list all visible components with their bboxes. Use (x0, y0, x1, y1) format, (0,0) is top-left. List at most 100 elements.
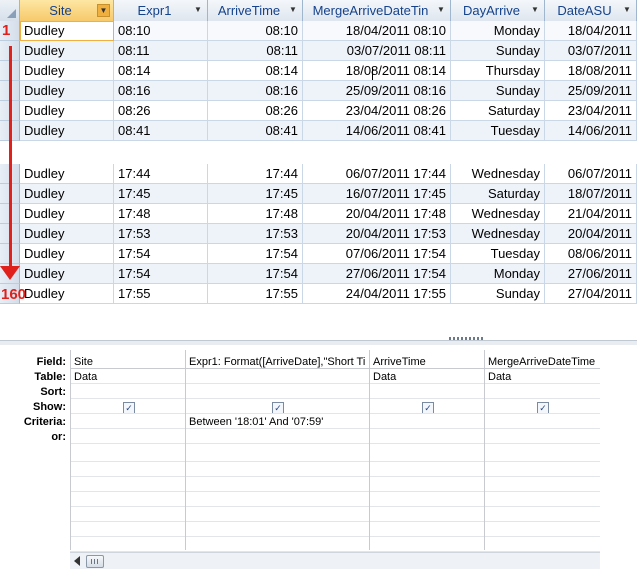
mergearrivedatetime-cell[interactable]: 27/06/2011 17:54 (303, 264, 451, 284)
scroll-thumb[interactable] (86, 555, 104, 568)
column-filter-dropdown-icon[interactable]: ▼ (192, 4, 204, 16)
arrivetime-cell[interactable]: 17:45 (208, 184, 303, 204)
site-cell[interactable]: Dudley (20, 244, 114, 264)
col-expr1-header[interactable]: Expr1 ▼ (114, 0, 208, 21)
qbe-sort-cell[interactable] (485, 385, 600, 399)
site-cell[interactable]: Dudley (20, 284, 114, 304)
mergearrivedatetime-cell[interactable]: 23/04/2011 08:26 (303, 101, 451, 121)
dayarrive-cell[interactable]: Sunday (451, 41, 545, 61)
dayarrive-cell[interactable]: Thursday (451, 61, 545, 81)
qbe-sort-cell[interactable] (186, 385, 369, 399)
dateasu-cell[interactable]: 25/09/2011 (545, 81, 637, 101)
mergearrivedatetime-cell[interactable]: 25/09/2011 08:16 (303, 81, 451, 101)
qbe-criteria-cell[interactable]: Between '18:01' And '07:59' (186, 415, 369, 429)
qbe-table-cell[interactable] (186, 370, 369, 384)
show-checkbox[interactable]: ✓ (422, 402, 434, 413)
dateasu-cell[interactable]: 14/06/2011 (545, 121, 637, 141)
qbe-table-cell[interactable]: Data (485, 370, 600, 384)
site-cell[interactable]: Dudley (20, 121, 114, 141)
arrivetime-cell[interactable]: 17:44 (208, 164, 303, 184)
site-cell[interactable]: Dudley (20, 61, 114, 81)
site-cell[interactable]: Dudley (20, 204, 114, 224)
qbe-or-cell[interactable] (485, 430, 600, 444)
col-arrivetime-header[interactable]: ArriveTime ▼ (208, 0, 303, 21)
arrivetime-cell[interactable]: 17:55 (208, 284, 303, 304)
qbe-show-cell[interactable]: ✓ (485, 400, 600, 414)
qbe-sort-cell[interactable] (71, 385, 185, 399)
site-cell[interactable]: Dudley (20, 184, 114, 204)
dayarrive-cell[interactable]: Wednesday (451, 224, 545, 244)
expr1-cell[interactable]: 08:41 (114, 121, 208, 141)
mergearrivedatetime-cell[interactable]: 18/04/2011 08:10 (303, 21, 451, 41)
table-row[interactable]: Dudley 08:10 08:10 18/04/2011 08:10 Monday 18… (0, 21, 637, 41)
column-filter-dropdown-icon[interactable]: ▼ (435, 4, 447, 16)
site-cell[interactable]: Dudley (20, 41, 114, 61)
qbe-show-cell[interactable]: ✓ (186, 400, 369, 414)
site-cell[interactable]: Dudley (20, 164, 114, 184)
dayarrive-cell[interactable]: Sunday (451, 284, 545, 304)
qbe-column[interactable]: ArriveTime Data ✓ (369, 350, 484, 550)
dateasu-cell[interactable]: 23/04/2011 (545, 101, 637, 121)
dateasu-cell[interactable]: 08/06/2011 (545, 244, 637, 264)
qbe-criteria-cell[interactable] (370, 415, 484, 429)
site-cell[interactable]: Dudley (20, 81, 114, 101)
show-checkbox[interactable]: ✓ (123, 402, 135, 413)
col-mergearrivedatetime-header[interactable]: MergeArriveDateTin ▼ (303, 0, 451, 21)
horizontal-scrollbar[interactable] (70, 552, 600, 569)
qbe-or-cell[interactable] (370, 430, 484, 444)
qbe-field-cell[interactable]: ArriveTime (370, 355, 484, 369)
expr1-cell[interactable]: 17:54 (114, 264, 208, 284)
arrivetime-cell[interactable]: 17:48 (208, 204, 303, 224)
column-filter-dropdown-icon[interactable]: ▼ (621, 4, 633, 16)
dateasu-cell[interactable]: 21/04/2011 (545, 204, 637, 224)
table-row[interactable]: Dudley 08:14 08:14 18/08/2011 08:14 Thursday… (0, 61, 637, 81)
col-site-header[interactable]: Site ▼ (20, 0, 114, 21)
expr1-cell[interactable]: 17:54 (114, 244, 208, 264)
scroll-left-arrow-icon[interactable] (74, 556, 80, 566)
site-cell[interactable]: Dudley (20, 101, 114, 121)
dayarrive-cell[interactable]: Monday (451, 264, 545, 284)
qbe-field-cell[interactable]: Site (71, 355, 185, 369)
table-row[interactable]: Dudley 08:11 08:11 03/07/2011 08:11 Sunday 03… (0, 41, 637, 61)
qbe-column[interactable]: Expr1: Format([ArriveDate],"Short Ti ✓ Bet… (185, 350, 369, 550)
table-row[interactable]: Dudley 08:26 08:26 23/04/2011 08:26 Saturday… (0, 101, 637, 121)
table-row[interactable]: Dudley 17:44 17:44 06/07/2011 17:44 Wednesda… (0, 164, 637, 184)
expr1-cell[interactable]: 17:55 (114, 284, 208, 304)
arrivetime-cell[interactable]: 08:41 (208, 121, 303, 141)
mergearrivedatetime-cell[interactable]: 20/04/2011 17:48 (303, 204, 451, 224)
mergearrivedatetime-cell[interactable]: 20/04/2011 17:53 (303, 224, 451, 244)
expr1-cell[interactable]: 17:44 (114, 164, 208, 184)
dayarrive-cell[interactable]: Tuesday (451, 121, 545, 141)
col-dayarrive-header[interactable]: DayArrive ▼ (451, 0, 545, 21)
expr1-cell[interactable]: 08:26 (114, 101, 208, 121)
qbe-show-cell[interactable]: ✓ (370, 400, 484, 414)
table-row[interactable]: Dudley 08:16 08:16 25/09/2011 08:16 Sunday 25… (0, 81, 637, 101)
dayarrive-cell[interactable]: Wednesday (451, 204, 545, 224)
arrivetime-cell[interactable]: 08:10 (208, 21, 303, 41)
table-row[interactable]: Dudley 08:41 08:41 14/06/2011 08:41 Tuesday 1… (0, 121, 637, 141)
expr1-cell[interactable]: 17:45 (114, 184, 208, 204)
dayarrive-cell[interactable]: Saturday (451, 101, 545, 121)
dateasu-cell[interactable]: 18/07/2011 (545, 184, 637, 204)
site-cell[interactable]: Dudley (20, 21, 114, 41)
mergearrivedatetime-cell[interactable]: 06/07/2011 17:44 (303, 164, 451, 184)
expr1-cell[interactable]: 17:48 (114, 204, 208, 224)
column-filter-dropdown-icon[interactable]: ▼ (287, 4, 299, 16)
expr1-cell[interactable]: 17:53 (114, 224, 208, 244)
qbe-field-cell[interactable]: Expr1: Format([ArriveDate],"Short Ti (186, 355, 369, 369)
qbe-or-cell[interactable] (186, 430, 369, 444)
qbe-sort-cell[interactable] (370, 385, 484, 399)
table-row[interactable]: Dudley 17:54 17:54 27/06/2011 17:54 Monday 27… (0, 264, 637, 284)
table-row[interactable]: Dudley 17:48 17:48 20/04/2011 17:48 Wednesda… (0, 204, 637, 224)
table-row[interactable]: Dudley 17:53 17:53 20/04/2011 17:53 Wednesda… (0, 224, 637, 244)
dateasu-cell[interactable]: 18/08/2011 (545, 61, 637, 81)
qbe-show-cell[interactable]: ✓ (71, 400, 185, 414)
col-dateasu-header[interactable]: DateASU ▼ (545, 0, 637, 21)
expr1-cell[interactable]: 08:14 (114, 61, 208, 81)
dateasu-cell[interactable]: 20/04/2011 (545, 224, 637, 244)
pane-splitter[interactable] (0, 340, 637, 345)
table-row[interactable]: Dudley 17:55 17:55 24/04/2011 17:55 Sunday 27… (0, 284, 637, 304)
show-checkbox[interactable]: ✓ (272, 402, 284, 413)
qbe-field-cell[interactable]: MergeArriveDateTime (485, 355, 600, 369)
dayarrive-cell[interactable]: Wednesday (451, 164, 545, 184)
